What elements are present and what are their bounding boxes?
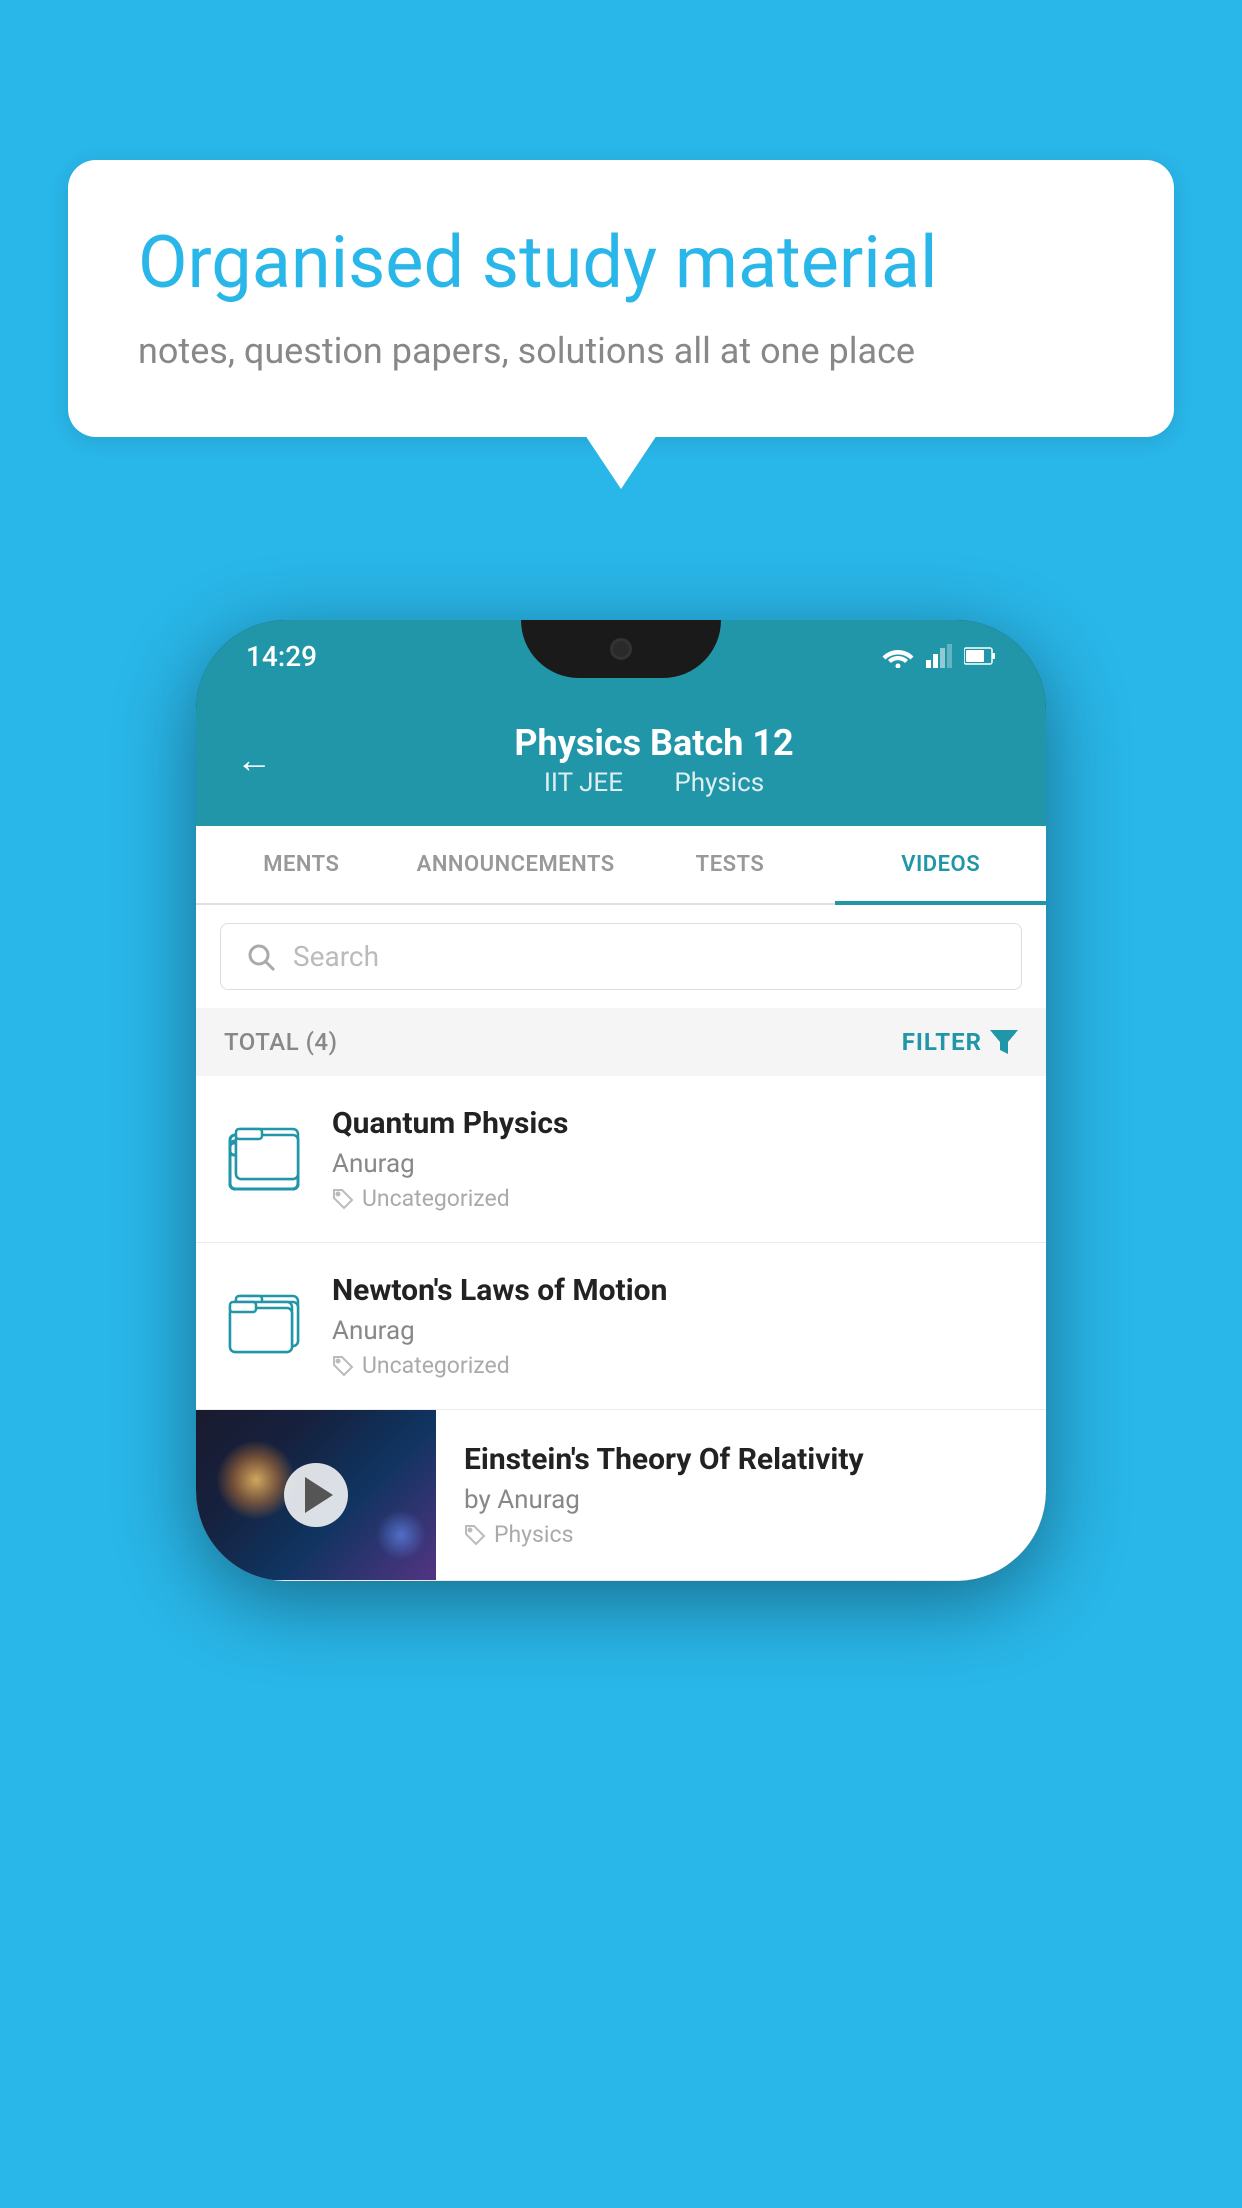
play-triangle-icon [305,1477,333,1513]
battery-icon [964,646,996,666]
header-subtitle-sep [645,768,651,798]
search-bar-wrapper: Search [196,905,1046,1008]
video-info: Quantum Physics Anurag Uncategorized [332,1106,1018,1212]
folder-icon [224,1114,304,1204]
back-button[interactable]: ← [236,739,272,781]
tab-announcements[interactable]: ANNOUNCEMENTS [407,826,625,903]
app-header: ← Physics Batch 12 IIT JEE Physics [196,692,1046,826]
search-icon [245,941,277,973]
phone-wrapper: 14:29 [196,620,1046,1581]
video-title: Einstein's Theory Of Relativity [464,1442,1018,1477]
video-list: Quantum Physics Anurag Uncategorized [196,1076,1046,1581]
tag-icon [332,1355,354,1377]
search-bar[interactable]: Search [220,923,1022,990]
header-subtitle: IIT JEE Physics [302,768,1006,798]
video-author: by Anurag [464,1485,1018,1515]
filter-funnel-icon [990,1030,1018,1054]
header-title-group: Physics Batch 12 IIT JEE Physics [302,722,1006,798]
bubble-title: Organised study material [138,220,1104,306]
list-item[interactable]: Newton's Laws of Motion Anurag Uncategor… [196,1243,1046,1410]
tab-ments[interactable]: MENTS [196,826,407,903]
video-title: Quantum Physics [332,1106,1018,1141]
video-tag: Uncategorized [332,1352,1018,1379]
tag-icon [464,1524,486,1546]
phone-inner: 14:29 [196,620,1046,1581]
status-icons [882,644,996,668]
phone-frame: 14:29 [196,620,1046,1581]
video-author: Anurag [332,1316,1018,1346]
tab-tests[interactable]: TESTS [625,826,836,903]
status-time: 14:29 [246,640,317,673]
total-count: TOTAL (4) [224,1028,337,1056]
signal-icon [926,644,952,668]
folder-icon [224,1281,304,1371]
notch [521,620,721,678]
filter-label: FILTER [902,1028,982,1056]
header-title: Physics Batch 12 [302,722,1006,764]
video-author: Anurag [332,1149,1018,1179]
folder-icon-svg [228,1119,300,1199]
list-item[interactable]: Quantum Physics Anurag Uncategorized [196,1076,1046,1243]
front-camera [610,638,632,660]
bubble-subtitle: notes, question papers, solutions all at… [138,330,1104,372]
filter-bar: TOTAL (4) FILTER [196,1008,1046,1076]
tab-videos[interactable]: VIDEOS [835,826,1046,903]
video-tag: Uncategorized [332,1185,1018,1212]
header-subtitle-part2: Physics [674,768,764,798]
speech-bubble-section: Organised study material notes, question… [68,160,1174,437]
speech-bubble: Organised study material notes, question… [68,160,1174,437]
status-bar: 14:29 [196,620,1046,692]
folder-icon-svg [228,1286,300,1366]
video-info: Newton's Laws of Motion Anurag Uncategor… [332,1273,1018,1379]
wifi-icon [882,644,914,668]
tabs-bar: MENTS ANNOUNCEMENTS TESTS VIDEOS [196,826,1046,905]
header-subtitle-part1: IIT JEE [544,768,623,798]
search-placeholder: Search [293,940,379,973]
video-thumbnail [196,1410,436,1580]
tag-icon [332,1188,354,1210]
play-button[interactable] [284,1463,348,1527]
filter-button[interactable]: FILTER [902,1028,1018,1056]
video-title: Newton's Laws of Motion [332,1273,1018,1308]
list-item[interactable]: Einstein's Theory Of Relativity by Anura… [196,1410,1046,1581]
video-tag: Physics [464,1521,1018,1548]
video-info: Einstein's Theory Of Relativity by Anura… [464,1418,1046,1572]
